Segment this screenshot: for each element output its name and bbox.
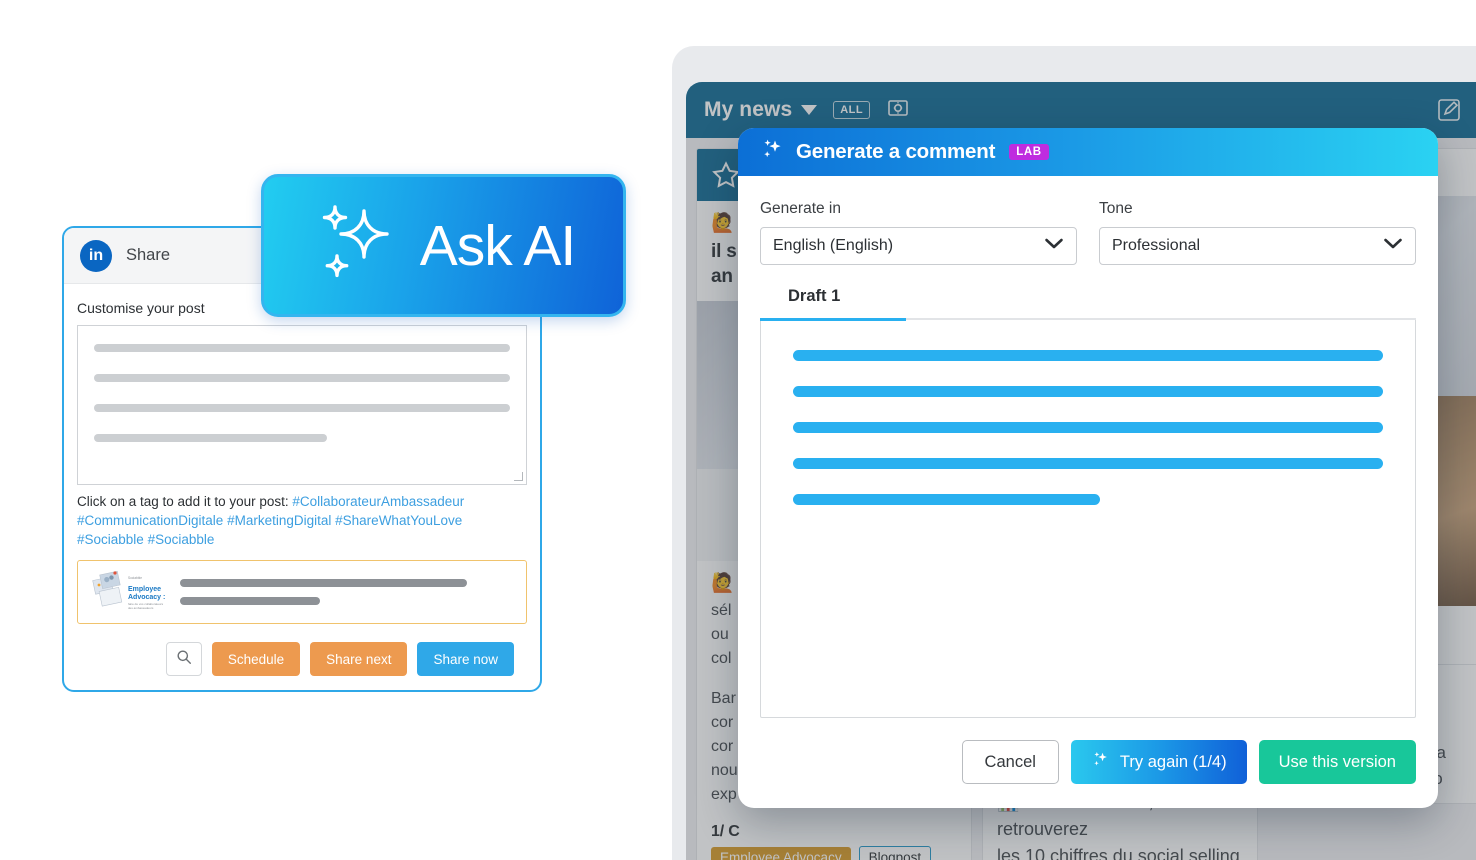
generate-in-select[interactable]: English (English): [760, 227, 1077, 265]
resize-grip-icon[interactable]: [514, 472, 523, 481]
sparkles-icon: [1091, 750, 1111, 775]
tab-draft-1[interactable]: Draft 1: [760, 287, 868, 318]
tag-prefix-label: Click on a tag to add it to your post:: [77, 494, 289, 509]
share-label: Share: [126, 246, 171, 264]
screenshot-stage: My news ALL 🙋 il s an 🙋 sél ou col Bar c…: [0, 0, 1476, 860]
generate-in-field: Generate in English (English): [760, 200, 1077, 265]
skeleton-line: [94, 434, 327, 442]
tone-select[interactable]: Professional: [1099, 227, 1416, 265]
try-again-label: Try again (1/4): [1119, 752, 1227, 771]
search-icon: [176, 649, 192, 670]
generate-in-value: English (English): [773, 237, 894, 254]
lab-badge: LAB: [1009, 144, 1049, 160]
search-button[interactable]: [165, 642, 202, 677]
post-textarea[interactable]: [77, 325, 527, 485]
use-this-version-button[interactable]: Use this version: [1258, 740, 1416, 784]
modal-title: Generate a comment: [796, 140, 996, 163]
modal-header: Generate a comment LAB: [738, 128, 1438, 176]
tag-link[interactable]: #MarketingDigital: [227, 513, 331, 528]
tab-underline-track: [760, 318, 1416, 321]
skeleton-line: [94, 404, 510, 412]
tag-link[interactable]: #CommunicationDigitale: [77, 513, 223, 528]
tone-field: Tone Professional: [1099, 200, 1416, 265]
skeleton-line: [180, 597, 321, 606]
generate-comment-modal: Generate a comment LAB Generate in Engli…: [738, 128, 1438, 808]
skeleton-line: [180, 579, 468, 588]
sparkles-icon: [312, 197, 404, 294]
modal-body: Generate in English (English) Tone Profe…: [738, 176, 1438, 718]
sparkles-icon: [760, 137, 786, 168]
ask-ai-button[interactable]: Ask AI: [261, 174, 626, 317]
cancel-button[interactable]: Cancel: [961, 740, 1059, 784]
tag-link[interactable]: #Sociabble: [148, 532, 215, 547]
draft-content-area[interactable]: [760, 320, 1416, 718]
linkedin-card-actions: Schedule Share next Share now: [77, 624, 527, 677]
skeleton-line: [94, 374, 510, 382]
linkedin-icon: in: [80, 239, 112, 272]
skeleton-line: [94, 344, 510, 352]
share-next-button[interactable]: Share next: [310, 642, 408, 677]
draft-tabs: Draft 1: [760, 287, 1416, 318]
modal-footer: Cancel Try again (1/4) Use this version: [738, 718, 1438, 808]
share-now-button[interactable]: Share now: [417, 642, 514, 677]
svg-text:Sociabble: Sociabble: [128, 576, 142, 580]
skeleton-line: [793, 494, 1100, 505]
tag-link[interactable]: #Sociabble: [77, 532, 144, 547]
tone-value: Professional: [1112, 237, 1201, 254]
chevron-down-icon: [1044, 237, 1064, 255]
modal-option-fields: Generate in English (English) Tone Profe…: [760, 200, 1416, 265]
tone-label: Tone: [1099, 200, 1133, 217]
generate-in-label: Generate in: [760, 200, 841, 217]
skeleton-line: [793, 350, 1383, 361]
chevron-down-icon: [1383, 237, 1403, 255]
linkedin-card-body: Customise your post Click on a tag to ad…: [64, 284, 540, 677]
svg-text:Advocacy :: Advocacy :: [128, 594, 165, 601]
skeleton-line: [793, 422, 1383, 433]
schedule-button[interactable]: Schedule: [211, 642, 301, 677]
tab-active-underline: [760, 318, 906, 321]
attachment-thumbnail: Sociabble Employee Advocacy : faire de v…: [90, 568, 166, 617]
attachment-text-lines: [180, 579, 514, 606]
skeleton-line: [793, 386, 1383, 397]
svg-text:Employee: Employee: [128, 586, 161, 593]
tag-suggestions: Click on a tag to add it to your post: #…: [77, 492, 527, 549]
try-again-button[interactable]: Try again (1/4): [1070, 740, 1247, 784]
tag-link[interactable]: #CollaborateurAmbassadeur: [292, 494, 464, 509]
svg-text:des ambassadeurs: des ambassadeurs: [128, 606, 154, 610]
ask-ai-label: Ask AI: [419, 213, 577, 278]
attachment-preview[interactable]: Sociabble Employee Advocacy : faire de v…: [77, 560, 527, 625]
skeleton-line: [793, 458, 1383, 469]
tag-link[interactable]: #ShareWhatYouLove: [335, 513, 462, 528]
